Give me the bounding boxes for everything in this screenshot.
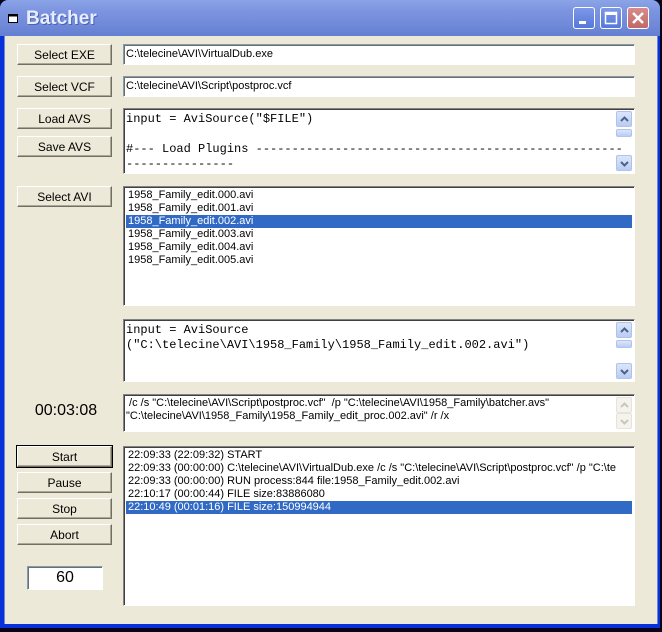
select-exe-button[interactable]: Select EXE [17,44,112,65]
chevron-up-icon [620,116,629,122]
avi-file-item[interactable]: 1958_Family_edit.005.avi [126,254,632,267]
log-entry[interactable]: 22:10:17 (00:00:44) FILE size:83886080 [126,488,632,501]
log-items: 22:09:33 (22:09:32) START 22:09:33 (00:00… [126,449,632,514]
avi-file-list[interactable]: 1958_Family_edit.000.avi 1958_Family_edit… [123,186,635,306]
command-line-field[interactable]: /c /s "C:\telecine\AVI\Script\postproc.v… [123,394,635,432]
client-area: Select EXE Select VCF Load AVS Save AVS … [4,36,658,624]
close-button[interactable] [627,7,649,29]
select-avi-button[interactable]: Select AVI [17,186,112,207]
scroll-up-button[interactable] [616,322,632,338]
log-entry[interactable]: 22:09:33 (00:00:00) RUN process:844 file… [126,475,632,488]
close-icon [632,12,644,24]
exe-path-value: C:\telecine\AVI\VirtualDub.exe [126,48,273,60]
minimize-button[interactable] [573,7,595,29]
maximize-button[interactable] [600,7,622,29]
select-vcf-button[interactable]: Select VCF [17,76,112,97]
vcf-path-value: C:\telecine\AVI\Script\postproc.vcf [126,80,292,92]
chevron-down-icon [620,369,629,375]
avs-preview-scrollbar[interactable] [616,322,632,379]
vcf-path-field[interactable]: C:\telecine\AVI\Script\postproc.vcf [123,76,635,97]
stop-button[interactable]: Stop [17,498,112,519]
chevron-up-icon [620,327,629,333]
pause-button[interactable]: Pause [17,472,112,493]
minimize-icon [579,21,586,24]
log-entry[interactable]: 22:09:33 (22:09:32) START [126,449,632,462]
title-bar[interactable]: Batcher [0,0,660,36]
avs-preview-text: input = AviSource ("C:\telecine\AVI\1958… [126,323,530,352]
command-scrollbar [616,397,632,429]
avs-script-editor[interactable]: input = AviSource("$FILE") #--- Load Plu… [123,108,635,174]
scroll-down-button[interactable] [616,363,632,379]
batcher-window: Batcher Select EXE Select VCF Load AVS S… [0,0,660,628]
save-avs-button[interactable]: Save AVS [17,136,112,157]
command-line-text: /c /s "C:\telecine\AVI\Script\postproc.v… [126,397,550,422]
interval-field[interactable]: 60 [27,566,103,590]
avs-preview-editor[interactable]: input = AviSource ("C:\telecine\AVI\1958… [123,319,635,382]
elapsed-timer: 00:03:08 [34,402,98,419]
avs-scrollbar[interactable] [616,111,632,171]
abort-button[interactable]: Abort [17,524,112,545]
scroll-down-button [616,413,632,429]
scroll-up-button[interactable] [616,111,632,127]
avi-file-item[interactable]: 1958_Family_edit.002.avi [126,215,632,228]
app-icon [8,14,18,23]
scroll-thumb[interactable] [616,340,632,348]
window-title: Batcher [26,8,97,29]
log-entry[interactable]: 22:10:49 (00:01:16) FILE size:150994944 [126,501,632,514]
scroll-down-button[interactable] [616,155,632,171]
avi-file-items: 1958_Family_edit.000.avi 1958_Family_edit… [126,189,632,267]
chevron-up-icon [620,402,629,408]
start-button[interactable]: Start [16,445,113,468]
chevron-down-icon [620,161,629,167]
avs-script-text: input = AviSource("$FILE") #--- Load Plu… [126,112,623,171]
load-avs-button[interactable]: Load AVS [17,108,112,129]
scroll-thumb[interactable] [616,129,632,137]
chevron-down-icon [620,419,629,425]
avi-file-item[interactable]: 1958_Family_edit.004.avi [126,241,632,254]
avi-file-item[interactable]: 1958_Family_edit.001.avi [126,202,632,215]
log-list[interactable]: 22:09:33 (22:09:32) START 22:09:33 (00:00… [123,446,635,606]
avi-file-item[interactable]: 1958_Family_edit.000.avi [126,189,632,202]
exe-path-field[interactable]: C:\telecine\AVI\VirtualDub.exe [123,44,635,65]
scroll-up-button [616,397,632,413]
avi-file-item[interactable]: 1958_Family_edit.003.avi [126,228,632,241]
maximize-icon [604,11,618,25]
log-entry[interactable]: 22:09:33 (00:00:00) C:\telecine\AVI\Virt… [126,462,632,475]
